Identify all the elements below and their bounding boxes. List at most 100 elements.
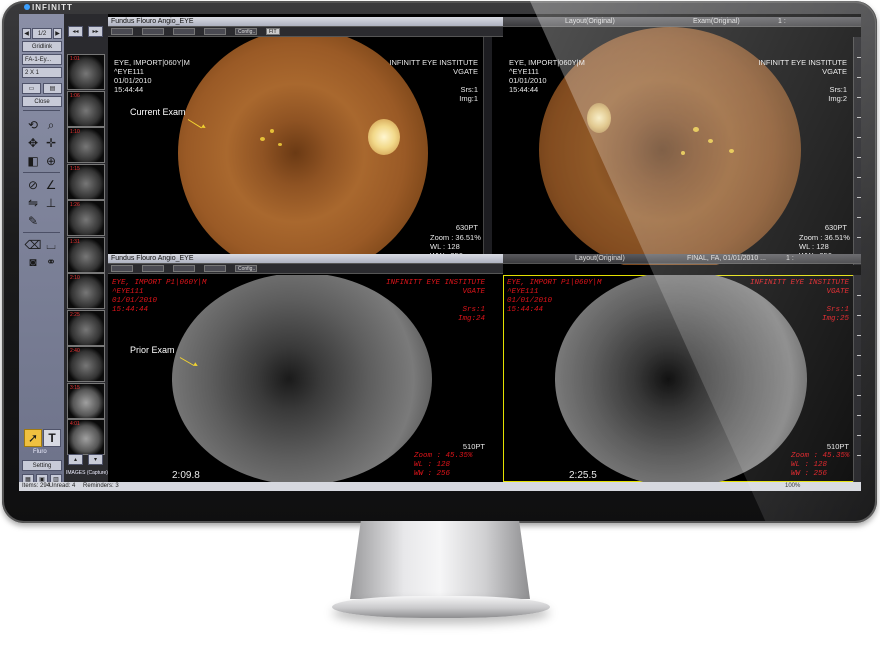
zoom-icon[interactable]: ⌕	[43, 117, 59, 133]
config-label: Config..	[238, 266, 256, 272]
paste-icon[interactable]: ▤	[43, 83, 62, 94]
series-mini-select[interactable]	[173, 265, 195, 272]
status-reminders: Reminders: 3	[83, 483, 119, 489]
optic-disc	[587, 103, 611, 133]
top-window-titlebar: Fundus Flouro Angio_EYE	[108, 17, 503, 27]
contrast-icon[interactable]: ◧	[25, 153, 41, 169]
pane-prior-exam-1[interactable]: EYE, IMPORT P1|060Y|M ^EYE111 01/01/2010…	[108, 275, 493, 482]
thumbnail[interactable]: 1:06	[67, 90, 105, 127]
eraser-icon[interactable]: ⌫	[25, 237, 42, 253]
thumb-down-button[interactable]: ▾	[88, 454, 103, 465]
frame-mini-select[interactable]	[204, 265, 226, 272]
series-mini-select[interactable]	[173, 28, 195, 35]
config-label: Config..	[238, 29, 256, 35]
close-button[interactable]: Close	[22, 96, 62, 107]
bottom-layout-title: Layout(Original)	[575, 255, 625, 262]
pt-label: 510PT	[462, 442, 485, 451]
pane-current-exam-1[interactable]: EYE, IMPORT|060Y|M ^EYE111 01/01/2010 15…	[108, 37, 483, 265]
thumbnail[interactable]: 3:15	[67, 382, 105, 419]
thumbnail[interactable]: 1:15	[67, 163, 105, 200]
config-select[interactable]: Config..	[235, 265, 257, 272]
pane-current-exam-2[interactable]: EYE, IMPORT|060Y|M ^EYE111 01/01/2010 15…	[503, 27, 861, 265]
prev-button[interactable]: ◀	[22, 28, 31, 39]
thumbnail[interactable]: 2:10	[67, 273, 105, 309]
thumb-prev-button[interactable]: ◂◂	[68, 26, 83, 37]
scrollbar-top-right[interactable]	[853, 37, 861, 265]
thumbnail[interactable]: 4:01	[67, 419, 105, 455]
move-icon[interactable]: ✛	[43, 135, 59, 151]
divider	[23, 232, 60, 233]
thumbnail[interactable]: 1:31	[67, 236, 105, 273]
thumb-up-button[interactable]: ▴	[68, 454, 83, 465]
divider	[23, 110, 60, 111]
images-label: IMAGES (Capture)	[66, 470, 108, 476]
status-zoom: 100%	[785, 483, 801, 489]
series-select[interactable]: FA-1-Ey...	[22, 54, 62, 65]
thumbnail-time: 4:01	[70, 421, 80, 427]
top-right-exam-title: Exam(Original)	[693, 18, 740, 25]
flip-icon[interactable]: ⇋	[25, 195, 41, 211]
pointer-icon[interactable]: ➚	[24, 429, 42, 447]
rotate-icon[interactable]: ⟲	[25, 117, 41, 133]
text-tool-icon[interactable]: T	[43, 429, 61, 447]
thumbnail-time: 1:26	[70, 202, 80, 208]
frame-time: 2:25.5	[569, 470, 597, 481]
thumb-next-button[interactable]: ▸▸	[88, 26, 103, 37]
brand-name: INFINITT	[32, 3, 73, 12]
layout-mini-select[interactable]	[142, 28, 164, 35]
setting-button[interactable]: Setting	[22, 460, 62, 471]
setting-label: Setting	[32, 462, 52, 469]
scrollbar-top-left[interactable]	[483, 37, 492, 265]
prior-exam-callout: Prior Exam	[130, 345, 175, 355]
gridlink-button[interactable]: Gridlink	[22, 41, 62, 52]
capture-icon[interactable]: ◙	[25, 254, 41, 270]
bottom-index: 1 :	[786, 255, 794, 262]
top-right-title: Layout(Original)	[565, 18, 615, 25]
top-window-subbar: Config.. FIT	[108, 27, 503, 37]
exudate	[708, 139, 713, 143]
status-unread: Unread: 4	[49, 483, 76, 489]
bottom-window-subbar: Config..	[108, 264, 503, 274]
angle-icon[interactable]: ∠	[43, 177, 59, 193]
status-items: Items: 294	[22, 483, 51, 489]
top-right-titlebar: Layout(Original) Exam(Original) 1 :	[503, 17, 861, 27]
next-button[interactable]: ▶	[53, 28, 62, 39]
ellipse-icon[interactable]: ⊘	[25, 177, 41, 193]
config-select[interactable]: Config..	[235, 28, 257, 35]
link-icon[interactable]: ⚭	[43, 254, 59, 270]
pan-icon[interactable]: ✥	[25, 135, 41, 151]
thumbnail[interactable]: 1:01	[67, 54, 105, 90]
thumbnail-time: 2:40	[70, 348, 80, 354]
thumbnail[interactable]: 1:26	[67, 200, 105, 236]
thumbnail-time: 1:06	[70, 92, 80, 99]
magnify-icon[interactable]: ⊕	[43, 153, 59, 169]
measure-icon[interactable]: ⌴	[43, 237, 59, 253]
thumbnail[interactable]: 1:10	[67, 127, 105, 163]
pencil-icon[interactable]: ✎	[25, 213, 41, 229]
scrollbar-bottom-right[interactable]	[853, 275, 861, 482]
pt-label: 630PT	[824, 223, 847, 232]
gridlink-label: Gridlink	[31, 43, 53, 50]
page-indicator-label: 1/2	[37, 30, 47, 37]
fluro-label: Fluro	[33, 449, 47, 455]
frame-mini-select[interactable]	[204, 28, 226, 35]
layout-mini-select[interactable]	[142, 265, 164, 272]
fit-select[interactable]	[111, 265, 133, 272]
thumbnail-time: 1:31	[70, 238, 80, 245]
thumbnail[interactable]: 2:25	[67, 309, 105, 346]
thumbnail-time: 3:15	[70, 384, 80, 391]
bottom-right-titlebar: Layout(Original) FINAL, FA, 01/01/2010 .…	[503, 254, 861, 264]
copy-icon[interactable]: ▭	[22, 83, 41, 94]
thumbnail-time: 1:10	[70, 129, 80, 135]
ruler-icon[interactable]: ⊥	[43, 195, 59, 211]
pane-prior-exam-2[interactable]: EYE, IMPORT P1|060Y|M ^EYE111 01/01/2010…	[503, 275, 861, 482]
layout-select[interactable]: 2 X 1	[22, 67, 62, 78]
screen: ◀ 1/2 ▶ Gridlink FA-1-Ey... 2 X 1 ▭ ▤ Cl…	[19, 14, 861, 491]
fit-select[interactable]	[111, 28, 133, 35]
top-window-title: Fundus Flouro Angio_EYE	[111, 18, 194, 25]
thumbnail-time: 2:25	[70, 311, 80, 318]
series-select-value: FA-1-Ey...	[25, 56, 52, 63]
thumbnail[interactable]: 2:40	[67, 346, 105, 382]
top-right-index: 1 :	[778, 18, 786, 25]
fit-button[interactable]: FIT	[266, 28, 280, 35]
